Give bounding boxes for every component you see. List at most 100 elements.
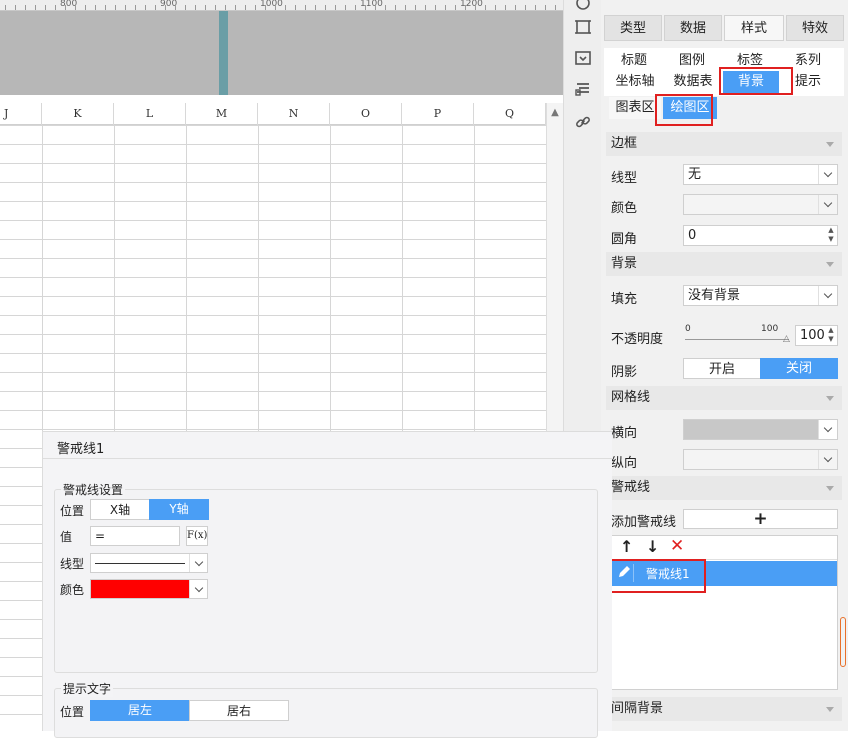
column-header-l[interactable]: L [114, 103, 186, 125]
opacity-label: 不透明度 [611, 332, 664, 347]
opacity-max: 100 [761, 324, 779, 334]
dialog-divider [43, 458, 613, 459]
layers-icon[interactable] [572, 78, 594, 100]
subtab-plot-area[interactable]: 绘图区 [663, 97, 717, 119]
section-border-title: 边框 [611, 136, 638, 151]
border-line-select[interactable]: 无 [683, 164, 838, 185]
section-background-title: 背景 [611, 256, 638, 271]
ruler-label: 1200 [460, 0, 483, 9]
add-warning-button[interactable]: + [683, 509, 838, 529]
border-radius-value: 0 [688, 228, 697, 243]
section-background[interactable]: 背景 [606, 252, 842, 276]
line-type-select[interactable] [90, 553, 208, 573]
arrow-up-icon[interactable]: ↑ [620, 537, 633, 556]
chevron-down-icon [189, 580, 207, 598]
column-header-j[interactable]: J [0, 103, 42, 125]
shape-icon[interactable] [572, 0, 594, 14]
frame-icon[interactable] [572, 16, 594, 38]
list-item-label: 警戒线1 [646, 567, 690, 581]
column-header-k[interactable]: K [42, 103, 114, 125]
x-axis-button[interactable]: X轴 [90, 499, 150, 520]
line-type-label: 线型 [60, 557, 85, 571]
add-warning-label: 添加警戒线 [611, 515, 677, 530]
grid-vertical-label: 纵向 [611, 456, 638, 471]
tab-type[interactable]: 类型 [604, 15, 662, 41]
subtab-legend[interactable]: 图例 [667, 50, 717, 72]
slider-thumb-icon[interactable]: △ [783, 334, 790, 344]
collapse-arrow-icon [826, 142, 834, 147]
formula-button[interactable]: F(x) [186, 526, 208, 546]
edit-pencil-icon[interactable] [616, 564, 634, 582]
section-border[interactable]: 边框 [606, 132, 842, 156]
color-picker[interactable] [90, 579, 208, 599]
warning-settings-legend: 警戒线设置 [61, 481, 126, 498]
border-radius-input[interactable]: 0 ▲ ▼ [683, 225, 838, 246]
border-line-label: 线型 [611, 171, 638, 186]
collapse-arrow-icon [826, 486, 834, 491]
border-color-select[interactable] [683, 194, 838, 215]
opacity-input[interactable]: 100 ▲ ▼ [795, 325, 838, 346]
column-header-m[interactable]: M [186, 103, 258, 125]
chevron-down-icon [818, 195, 837, 214]
opacity-slider-track[interactable] [685, 339, 789, 340]
subtab-label[interactable]: 标签 [725, 50, 775, 72]
dropdown-widget-icon[interactable] [572, 47, 594, 69]
stepper-arrows-icon[interactable]: ▲ ▼ [825, 326, 837, 345]
arrow-down-icon[interactable]: ↓ [646, 537, 659, 556]
column-header-q[interactable]: Q [474, 103, 546, 125]
position-label: 位置 [60, 504, 85, 518]
list-item[interactable]: 警戒线1 [612, 561, 837, 586]
subtab-series[interactable]: 系列 [783, 50, 833, 72]
collapse-arrow-icon [826, 707, 834, 712]
section-stripe-background[interactable]: 间隔背景 [606, 697, 842, 721]
horizontal-ruler: 800 900 1000 1100 1200 [0, 0, 563, 11]
section-gridlines[interactable]: 网格线 [606, 386, 842, 410]
warning-list-toolbar: ↑ ↓ ✕ [612, 536, 837, 560]
stepper-arrows-icon[interactable]: ▲ ▼ [825, 226, 837, 245]
chevron-down-icon [818, 420, 837, 439]
align-right-button[interactable]: 居右 [189, 700, 289, 721]
fill-select[interactable]: 没有背景 [683, 285, 838, 306]
chevron-down-icon [818, 450, 837, 469]
column-header-p[interactable]: P [402, 103, 474, 125]
ruler-label: 1100 [360, 0, 383, 9]
tab-effects[interactable]: 特效 [786, 15, 844, 41]
section-warning-title: 警戒线 [611, 480, 651, 495]
panel-scrollbar-thumb[interactable] [840, 617, 846, 667]
y-axis-button[interactable]: Y轴 [149, 499, 209, 520]
section-warning-line[interactable]: 警戒线 [606, 476, 842, 500]
tab-data[interactable]: 数据 [664, 15, 722, 41]
chart-canvas-area[interactable] [0, 11, 563, 95]
border-color-label: 颜色 [611, 201, 638, 216]
section-stripe-title: 间隔背景 [611, 701, 664, 716]
shadow-off-button[interactable]: 关闭 [760, 358, 838, 379]
column-header-n[interactable]: N [258, 103, 330, 125]
subtab-tooltip[interactable]: 提示 [787, 71, 829, 93]
subtab-background[interactable]: 背景 [723, 71, 779, 93]
chevron-down-icon [818, 165, 837, 184]
ruler-label: 1000 [260, 0, 283, 9]
warning-list: ↑ ↓ ✕ 警戒线1 [611, 535, 838, 690]
warning-settings-group: 警戒线设置 位置 X轴 Y轴 值 = F(x) 线型 颜色 [54, 481, 598, 673]
link-icon[interactable] [572, 111, 594, 133]
subtab-axis[interactable]: 坐标轴 [609, 71, 661, 93]
warning-line-dialog: 警戒线1 警戒线设置 位置 X轴 Y轴 值 = F(x) 线型 颜色 提示文字 … [42, 431, 613, 738]
grid-horizontal-select[interactable] [683, 419, 838, 440]
fill-label: 填充 [611, 292, 638, 307]
align-left-button[interactable]: 居左 [90, 700, 190, 721]
subtab-title[interactable]: 标题 [609, 50, 659, 72]
panel-top-cutoff [601, 0, 848, 12]
grid-vertical-select[interactable] [683, 449, 838, 470]
collapse-arrow-icon [826, 262, 834, 267]
scroll-up-arrow-icon[interactable]: ▲ [547, 107, 563, 118]
subtab-datatable[interactable]: 数据表 [667, 71, 719, 93]
column-header-o[interactable]: O [330, 103, 402, 125]
tab-style[interactable]: 样式 [724, 15, 784, 41]
border-radius-label: 圆角 [611, 232, 638, 247]
chevron-down-icon [818, 286, 837, 305]
shadow-label: 阴影 [611, 365, 638, 380]
shadow-on-button[interactable]: 开启 [683, 358, 761, 379]
delete-icon[interactable]: ✕ [670, 536, 684, 556]
value-input[interactable]: = [90, 526, 180, 546]
subtab-chart-area[interactable]: 图表区 [609, 97, 661, 119]
